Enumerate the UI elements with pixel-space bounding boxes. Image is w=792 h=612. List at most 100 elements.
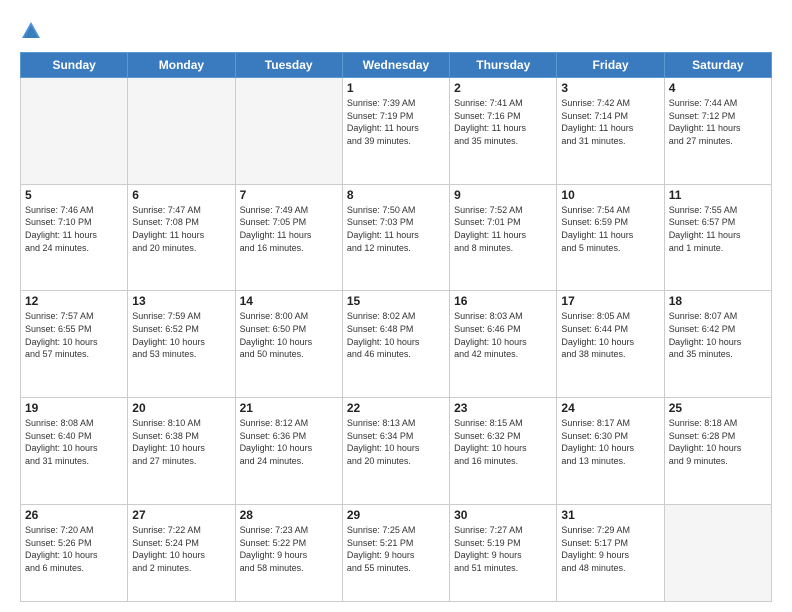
calendar-cell: 24 Sunrise: 8:17 AM Sunset: 6:30 PM Dayli…: [557, 398, 664, 505]
weekday-header-thursday: Thursday: [450, 53, 557, 78]
calendar-cell: 1Sunrise: 7:39 AM Sunset: 7:19 PM Daylig…: [342, 78, 449, 185]
day-info: Sunrise: 8:12 AM Sunset: 6:36 PM Dayligh…: [240, 417, 338, 467]
day-number: 15: [347, 294, 445, 308]
day-number: 18: [669, 294, 767, 308]
day-info: Sunrise: 7:54 AM Sunset: 6:59 PM Dayligh…: [561, 204, 659, 254]
calendar-cell: 15 Sunrise: 8:02 AM Sunset: 6:48 PM Dayli…: [342, 291, 449, 398]
weekday-header-row: SundayMondayTuesdayWednesdayThursdayFrid…: [21, 53, 772, 78]
day-number: 20: [132, 401, 230, 415]
calendar-cell: 20 Sunrise: 8:10 AM Sunset: 6:38 PM Dayli…: [128, 398, 235, 505]
calendar-cell: 4 Sunrise: 7:44 AM Sunset: 7:12 PM Daylig…: [664, 78, 771, 185]
day-info: Sunrise: 7:47 AM Sunset: 7:08 PM Dayligh…: [132, 204, 230, 254]
day-info: Sunrise: 7:57 AM Sunset: 6:55 PM Dayligh…: [25, 310, 123, 360]
calendar-cell: [235, 78, 342, 185]
day-number: 1: [347, 81, 445, 95]
calendar-cell: 11Sunrise: 7:55 AM Sunset: 6:57 PM Dayli…: [664, 184, 771, 291]
day-info: Sunrise: 7:55 AM Sunset: 6:57 PM Dayligh…: [669, 204, 767, 254]
day-number: 30: [454, 508, 552, 522]
calendar-cell: 2 Sunrise: 7:41 AM Sunset: 7:16 PM Daylig…: [450, 78, 557, 185]
page: SundayMondayTuesdayWednesdayThursdayFrid…: [0, 0, 792, 612]
day-number: 29: [347, 508, 445, 522]
day-info: Sunrise: 7:41 AM Sunset: 7:16 PM Dayligh…: [454, 97, 552, 147]
day-number: 6: [132, 188, 230, 202]
day-number: 26: [25, 508, 123, 522]
week-row-3: 12 Sunrise: 7:57 AM Sunset: 6:55 PM Dayli…: [21, 291, 772, 398]
day-number: 8: [347, 188, 445, 202]
day-number: 27: [132, 508, 230, 522]
calendar-cell: 23 Sunrise: 8:15 AM Sunset: 6:32 PM Dayli…: [450, 398, 557, 505]
day-number: 23: [454, 401, 552, 415]
day-info: Sunrise: 8:13 AM Sunset: 6:34 PM Dayligh…: [347, 417, 445, 467]
day-number: 22: [347, 401, 445, 415]
day-info: Sunrise: 8:07 AM Sunset: 6:42 PM Dayligh…: [669, 310, 767, 360]
weekday-header-friday: Friday: [557, 53, 664, 78]
calendar-cell: 16Sunrise: 8:03 AM Sunset: 6:46 PM Dayli…: [450, 291, 557, 398]
day-number: 21: [240, 401, 338, 415]
day-info: Sunrise: 8:02 AM Sunset: 6:48 PM Dayligh…: [347, 310, 445, 360]
weekday-header-wednesday: Wednesday: [342, 53, 449, 78]
calendar-cell: 18 Sunrise: 8:07 AM Sunset: 6:42 PM Dayli…: [664, 291, 771, 398]
calendar-cell: 27 Sunrise: 7:22 AM Sunset: 5:24 PM Dayli…: [128, 504, 235, 601]
calendar-cell: 3Sunrise: 7:42 AM Sunset: 7:14 PM Daylig…: [557, 78, 664, 185]
calendar-cell: 30 Sunrise: 7:27 AM Sunset: 5:19 PM Dayli…: [450, 504, 557, 601]
day-info: Sunrise: 7:59 AM Sunset: 6:52 PM Dayligh…: [132, 310, 230, 360]
day-info: Sunrise: 7:22 AM Sunset: 5:24 PM Dayligh…: [132, 524, 230, 574]
calendar-cell: 17Sunrise: 8:05 AM Sunset: 6:44 PM Dayli…: [557, 291, 664, 398]
day-number: 4: [669, 81, 767, 95]
week-row-1: 1Sunrise: 7:39 AM Sunset: 7:19 PM Daylig…: [21, 78, 772, 185]
day-info: Sunrise: 8:15 AM Sunset: 6:32 PM Dayligh…: [454, 417, 552, 467]
day-number: 2: [454, 81, 552, 95]
day-number: 9: [454, 188, 552, 202]
day-info: Sunrise: 8:18 AM Sunset: 6:28 PM Dayligh…: [669, 417, 767, 467]
week-row-4: 19 Sunrise: 8:08 AM Sunset: 6:40 PM Dayli…: [21, 398, 772, 505]
day-number: 28: [240, 508, 338, 522]
day-info: Sunrise: 8:17 AM Sunset: 6:30 PM Dayligh…: [561, 417, 659, 467]
week-row-2: 5 Sunrise: 7:46 AM Sunset: 7:10 PM Daylig…: [21, 184, 772, 291]
day-number: 7: [240, 188, 338, 202]
day-info: Sunrise: 7:52 AM Sunset: 7:01 PM Dayligh…: [454, 204, 552, 254]
day-number: 12: [25, 294, 123, 308]
calendar-cell: 5 Sunrise: 7:46 AM Sunset: 7:10 PM Daylig…: [21, 184, 128, 291]
day-number: 24: [561, 401, 659, 415]
calendar-cell: 9 Sunrise: 7:52 AM Sunset: 7:01 PM Daylig…: [450, 184, 557, 291]
week-row-5: 26 Sunrise: 7:20 AM Sunset: 5:26 PM Dayli…: [21, 504, 772, 601]
weekday-header-sunday: Sunday: [21, 53, 128, 78]
day-number: 10: [561, 188, 659, 202]
day-number: 25: [669, 401, 767, 415]
day-info: Sunrise: 7:44 AM Sunset: 7:12 PM Dayligh…: [669, 97, 767, 147]
day-number: 5: [25, 188, 123, 202]
calendar-cell: 8Sunrise: 7:50 AM Sunset: 7:03 PM Daylig…: [342, 184, 449, 291]
day-number: 14: [240, 294, 338, 308]
day-info: Sunrise: 7:27 AM Sunset: 5:19 PM Dayligh…: [454, 524, 552, 574]
logo: [20, 16, 46, 42]
weekday-header-monday: Monday: [128, 53, 235, 78]
day-info: Sunrise: 8:10 AM Sunset: 6:38 PM Dayligh…: [132, 417, 230, 467]
day-info: Sunrise: 8:00 AM Sunset: 6:50 PM Dayligh…: [240, 310, 338, 360]
calendar-cell: 31Sunrise: 7:29 AM Sunset: 5:17 PM Dayli…: [557, 504, 664, 601]
day-info: Sunrise: 7:20 AM Sunset: 5:26 PM Dayligh…: [25, 524, 123, 574]
day-info: Sunrise: 8:08 AM Sunset: 6:40 PM Dayligh…: [25, 417, 123, 467]
calendar-cell: 25 Sunrise: 8:18 AM Sunset: 6:28 PM Dayli…: [664, 398, 771, 505]
day-info: Sunrise: 8:03 AM Sunset: 6:46 PM Dayligh…: [454, 310, 552, 360]
day-number: 17: [561, 294, 659, 308]
calendar-cell: 28 Sunrise: 7:23 AM Sunset: 5:22 PM Dayli…: [235, 504, 342, 601]
calendar-cell: 14 Sunrise: 8:00 AM Sunset: 6:50 PM Dayli…: [235, 291, 342, 398]
calendar-cell: 7Sunrise: 7:49 AM Sunset: 7:05 PM Daylig…: [235, 184, 342, 291]
calendar-cell: [128, 78, 235, 185]
weekday-header-saturday: Saturday: [664, 53, 771, 78]
calendar-cell: 6 Sunrise: 7:47 AM Sunset: 7:08 PM Daylig…: [128, 184, 235, 291]
day-info: Sunrise: 7:23 AM Sunset: 5:22 PM Dayligh…: [240, 524, 338, 574]
header: [20, 16, 772, 42]
day-number: 3: [561, 81, 659, 95]
day-info: Sunrise: 7:25 AM Sunset: 5:21 PM Dayligh…: [347, 524, 445, 574]
day-number: 13: [132, 294, 230, 308]
calendar-cell: 21 Sunrise: 8:12 AM Sunset: 6:36 PM Dayli…: [235, 398, 342, 505]
calendar-cell: 12 Sunrise: 7:57 AM Sunset: 6:55 PM Dayli…: [21, 291, 128, 398]
calendar-cell: 10 Sunrise: 7:54 AM Sunset: 6:59 PM Dayli…: [557, 184, 664, 291]
day-info: Sunrise: 7:46 AM Sunset: 7:10 PM Dayligh…: [25, 204, 123, 254]
calendar-cell: 13 Sunrise: 7:59 AM Sunset: 6:52 PM Dayli…: [128, 291, 235, 398]
calendar-cell: [664, 504, 771, 601]
calendar-cell: 19 Sunrise: 8:08 AM Sunset: 6:40 PM Dayli…: [21, 398, 128, 505]
day-number: 19: [25, 401, 123, 415]
calendar-cell: 26 Sunrise: 7:20 AM Sunset: 5:26 PM Dayli…: [21, 504, 128, 601]
